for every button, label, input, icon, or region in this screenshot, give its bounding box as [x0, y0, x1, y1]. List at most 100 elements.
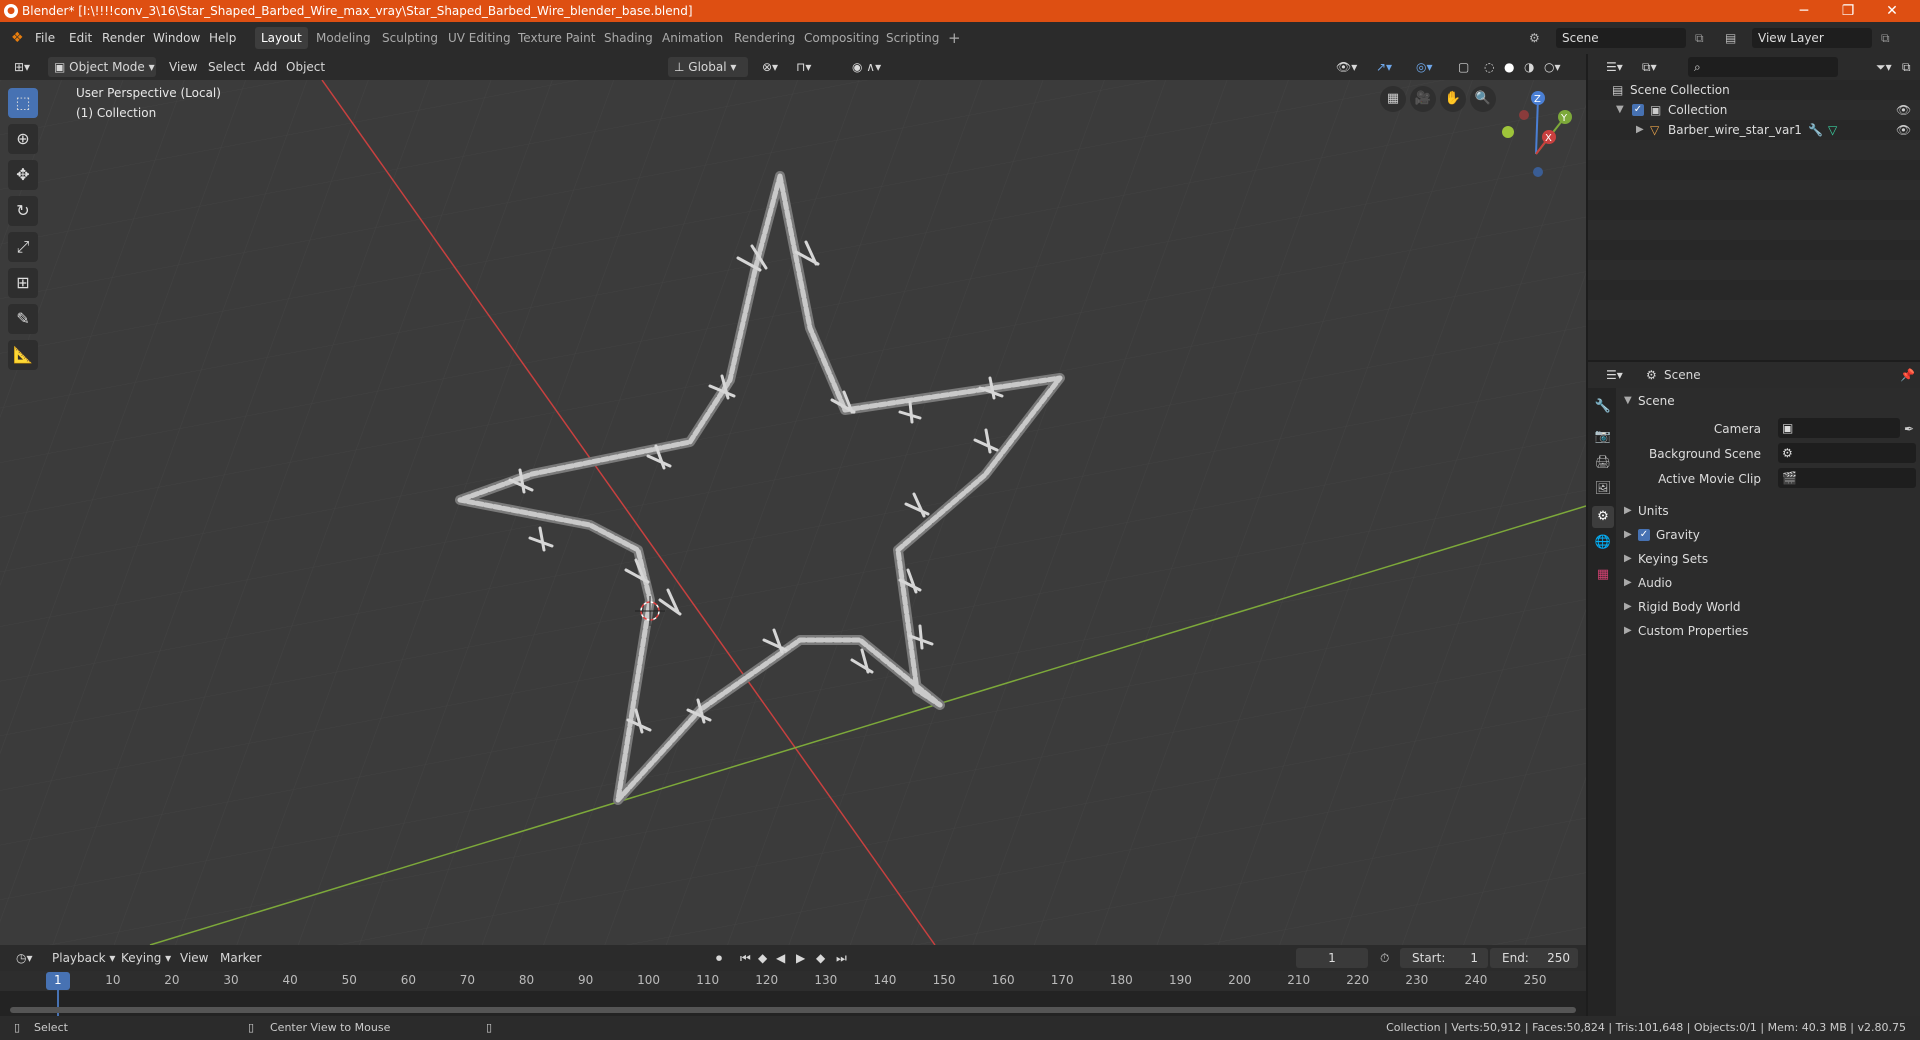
mode-dropdown[interactable]: ▣ Object Mode ▾ [48, 57, 156, 77]
expand-arrow-icon[interactable]: ▶ [1636, 120, 1644, 140]
visibility-eye-icon[interactable]: 👁 [1896, 100, 1911, 120]
filter-icon[interactable]: ⏷▾ [1870, 57, 1898, 77]
units-panel-header[interactable]: ▶ Units [1622, 500, 1916, 522]
display-mode-icon[interactable]: ⧉▾ [1636, 57, 1663, 77]
gravity-panel-header[interactable]: ▶ ✓ Gravity [1622, 524, 1916, 546]
minimize-button[interactable]: ─ [1782, 0, 1826, 22]
scene-selector-icon[interactable]: ⚙ [1524, 28, 1545, 48]
collection-checkbox[interactable]: ✓ [1632, 104, 1644, 116]
mesh-data-icon[interactable]: ▽ [1828, 120, 1837, 140]
next-keyframe-icon[interactable]: ◆ [810, 948, 831, 968]
camera-field[interactable]: ▣ [1778, 418, 1900, 438]
toggle-perspective-icon[interactable]: ▦ [1380, 86, 1406, 112]
tab-animation[interactable]: Animation [656, 27, 729, 49]
properties-editor-type-icon[interactable]: ☰▾ [1600, 365, 1629, 385]
stopwatch-icon[interactable]: ⏱ [1374, 948, 1395, 968]
pan-hand-icon[interactable]: ✋ [1440, 86, 1466, 112]
tab-texture-icon[interactable]: ▦ [1592, 564, 1614, 586]
menu-render[interactable]: Render [97, 28, 150, 48]
play-icon[interactable]: ▶ [790, 948, 811, 968]
outliner-row-collection[interactable]: ▼ ✓ ▣ Collection 👁 [1588, 100, 1920, 120]
custom-properties-panel-header[interactable]: ▶ Custom Properties [1622, 620, 1916, 642]
menu-edit[interactable]: Edit [64, 28, 97, 48]
snap-icon[interactable]: ⊓▾ [790, 57, 817, 77]
measure-tool-icon[interactable]: 📐 [8, 340, 38, 370]
gravity-checkbox[interactable]: ✓ [1638, 529, 1650, 541]
tab-view-layer-icon[interactable]: 🖼 [1592, 478, 1614, 500]
outliner-row-object[interactable]: ▶ ▽ Barber_wire_star_var1 🔧 ▽ 👁 [1588, 120, 1920, 140]
tab-render-icon[interactable]: 📷 [1592, 426, 1614, 448]
timeline-view-menu[interactable]: View [174, 948, 214, 968]
view-layer-icon[interactable]: ▤ [1720, 28, 1741, 48]
move-tool-icon[interactable]: ✥ [8, 160, 38, 190]
timeline-area[interactable]: 1 10 20 30 40 50 60 70 80 90 100 110 120 130 140 150 160… [0, 971, 1586, 1016]
pin-icon[interactable]: 📌 [1894, 365, 1920, 385]
3d-viewport[interactable]: Z Y X User Perspective (Local) (1) Colle… [0, 80, 1586, 945]
keying-sets-panel-header[interactable]: ▶ Keying Sets [1622, 548, 1916, 570]
visibility-eye-icon[interactable]: 👁 [1896, 120, 1911, 140]
current-frame-field[interactable]: 1 [1296, 948, 1368, 968]
orientation-dropdown[interactable]: ⊥ Global ▾ [668, 57, 748, 77]
timeline-editor-type-icon[interactable]: ◷▾ [10, 948, 39, 968]
tab-scene-icon[interactable]: ⚙ [1592, 506, 1614, 528]
menu-select[interactable]: Select [202, 57, 251, 77]
play-reverse-icon[interactable]: ◀ [770, 948, 791, 968]
cursor-tool-icon[interactable]: ⊕ [8, 124, 38, 154]
xray-icon[interactable]: ▢ [1452, 57, 1475, 77]
expand-arrow-icon[interactable]: ▼ [1616, 100, 1624, 120]
select-box-tool-icon[interactable]: ⬚ [8, 88, 38, 118]
view-layer-field[interactable]: View Layer [1752, 28, 1872, 48]
tab-tool-icon[interactable]: 🔧 [1592, 396, 1614, 418]
menu-file[interactable]: File [30, 28, 60, 48]
rotate-tool-icon[interactable]: ↻ [8, 196, 38, 226]
jump-end-icon[interactable]: ⏭ [830, 948, 853, 968]
active-movie-clip-field[interactable]: 🎬 [1778, 468, 1916, 488]
scene-panel-header[interactable]: ▼ Scene [1622, 390, 1916, 412]
end-frame-field[interactable]: End: 250 [1490, 948, 1578, 968]
transform-tool-icon[interactable]: ⊞ [8, 268, 38, 298]
tab-compositing[interactable]: Compositing [798, 27, 885, 49]
close-button[interactable]: ✕ [1870, 0, 1914, 22]
camera-view-icon[interactable]: 🎥 [1410, 86, 1436, 112]
maximize-button[interactable]: ❐ [1826, 0, 1870, 22]
eyedropper-icon[interactable]: ✒ [1904, 418, 1914, 440]
tab-output-icon[interactable]: 🖨 [1592, 452, 1614, 474]
proportional-edit-icon[interactable]: ◉ ∧▾ [846, 57, 887, 77]
menu-object[interactable]: Object [280, 57, 331, 77]
menu-help[interactable]: Help [204, 28, 241, 48]
tab-shading[interactable]: Shading [598, 27, 659, 49]
rigid-body-world-panel-header[interactable]: ▶ Rigid Body World [1622, 596, 1916, 618]
menu-window[interactable]: Window [148, 28, 205, 48]
new-scene-icon[interactable]: ⧉ [1690, 28, 1709, 48]
keying-menu[interactable]: Keying ▾ [115, 948, 177, 968]
tab-rendering[interactable]: Rendering [728, 27, 801, 49]
tab-layout[interactable]: Layout [255, 27, 308, 49]
new-collection-icon[interactable]: ⧉ [1896, 57, 1917, 77]
outliner-search-input[interactable]: ⌕ [1688, 57, 1838, 77]
playback-menu[interactable]: Playback ▾ [46, 948, 121, 968]
tab-scripting[interactable]: Scripting [880, 27, 945, 49]
marker-menu[interactable]: Marker [214, 948, 267, 968]
tab-texture-paint[interactable]: Texture Paint [512, 27, 601, 49]
scale-tool-icon[interactable]: ⤢ [8, 232, 38, 262]
start-frame-field[interactable]: Start: 1 [1400, 948, 1488, 968]
tab-modeling[interactable]: Modeling [310, 27, 377, 49]
audio-panel-header[interactable]: ▶ Audio [1622, 572, 1916, 594]
new-view-layer-icon[interactable]: ⧉ [1876, 28, 1895, 48]
outliner-editor-type-icon[interactable]: ☰▾ [1600, 57, 1629, 77]
tab-sculpting[interactable]: Sculpting [376, 27, 444, 49]
menu-view[interactable]: View [163, 57, 203, 77]
editor-type-icon[interactable]: ⊞▾ [8, 57, 36, 77]
scene-name-field[interactable]: Scene [1556, 28, 1686, 48]
background-scene-field[interactable]: ⚙ [1778, 443, 1916, 463]
tab-world-icon[interactable]: 🌐 [1592, 532, 1614, 554]
visibility-icon[interactable]: 👁▾ [1330, 57, 1363, 77]
pivot-icon[interactable]: ⊗▾ [756, 57, 784, 77]
menu-add[interactable]: Add [248, 57, 283, 77]
overlay-toggle-icon[interactable]: ◎▾ [1410, 57, 1439, 77]
blender-menu-icon[interactable]: ❖ [6, 28, 29, 48]
rendered-shading-icon[interactable]: ○▾ [1538, 57, 1567, 77]
timeline-scrollbar[interactable] [10, 1007, 1576, 1013]
annotate-tool-icon[interactable]: ✎ [8, 304, 38, 334]
add-workspace-button[interactable]: + [942, 27, 967, 49]
